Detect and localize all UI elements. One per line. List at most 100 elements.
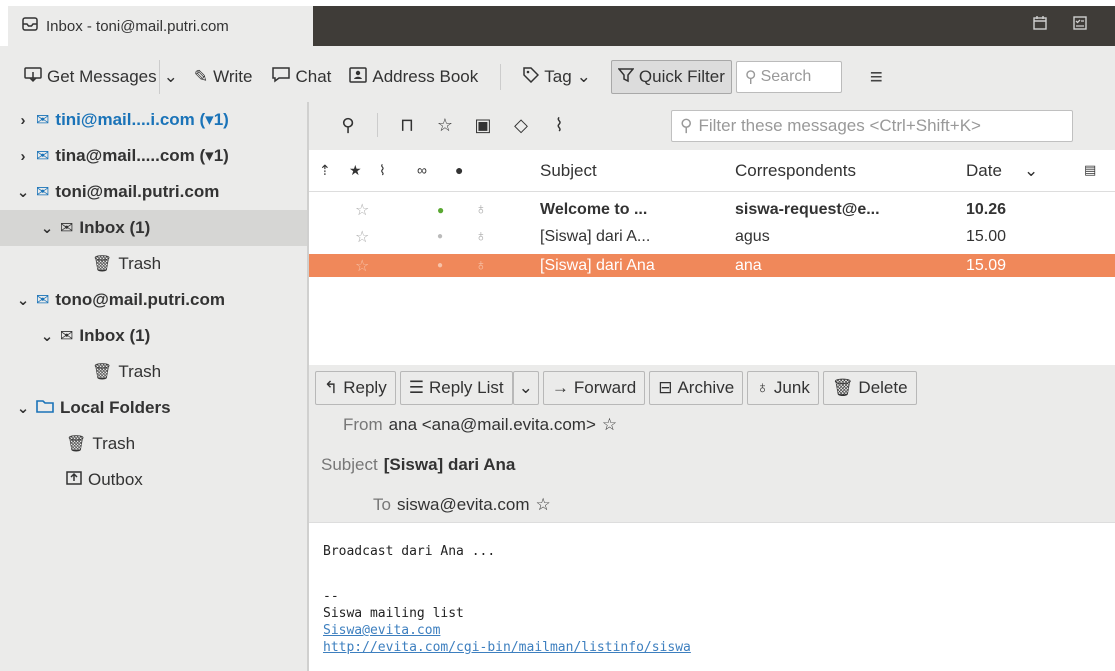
reply-list-icon: ☰	[408, 378, 424, 397]
correspondents-column-header[interactable]: Correspondents	[735, 161, 856, 181]
contact-filter-icon[interactable]: ▣	[464, 115, 502, 136]
folder-trash-toni[interactable]: 🗑 Trash	[0, 246, 307, 282]
attachment-column-icon[interactable]: ⌇	[379, 162, 386, 179]
folder-account-toni[interactable]: ⌄ ✉ toni@mail.putri.com	[0, 174, 307, 210]
star-column-icon[interactable]: ★	[349, 162, 362, 179]
attachment-filter-icon[interactable]: ⌇	[540, 115, 578, 136]
list-url-link[interactable]: http://evita.com/cgi-bin/mailman/listinf…	[323, 640, 691, 655]
message-header: From ana <ana@mail.evita.com> ☆ Subject …	[309, 408, 1115, 522]
tag-button[interactable]: Tag ⌄	[517, 60, 597, 94]
tag-filter-icon[interactable]: ◇	[502, 115, 540, 136]
thread-pane: ⇡ ★ ⌇ ∞ ● Subject Correspondents Date ⌄ …	[309, 150, 1115, 365]
body-text: Broadcast dari Ana ...	[323, 544, 496, 559]
message-row[interactable]: ☆ ● ♁ [Siswa] dari A... agus 15.00	[309, 225, 1115, 248]
trash-icon: 🗑	[831, 378, 854, 397]
search-input[interactable]: ⚲ Search	[735, 61, 842, 93]
message-correspondent: ana	[735, 256, 762, 274]
junk-flame-icon[interactable]: ♁	[475, 201, 487, 219]
calendar-icon[interactable]	[1033, 16, 1047, 33]
filter-separator	[377, 113, 378, 137]
inbox-icon: ✉	[60, 328, 74, 345]
address-book-icon	[349, 66, 368, 88]
unread-dot-icon[interactable]: ●	[437, 203, 444, 217]
junk-flame-icon[interactable]: ♁	[475, 257, 487, 275]
inbox-tab-icon	[22, 17, 38, 35]
download-icon	[24, 66, 42, 88]
message-subject: [Siswa] dari A...	[540, 227, 651, 245]
forward-button[interactable]: → Forward	[542, 371, 646, 405]
junk-flame-icon[interactable]: ♁	[475, 228, 487, 246]
folder-inbox-toni[interactable]: ⌄ ✉ Inbox (1)	[0, 210, 307, 246]
titlebar-background	[313, 6, 1115, 46]
read-status-column-icon[interactable]: ∞	[417, 162, 427, 178]
write-button[interactable]: ✎ Write	[188, 60, 259, 94]
trash-icon: 🗑	[92, 256, 113, 273]
tab-bar: Inbox - toni@mail.putri.com	[0, 0, 1115, 46]
message-row[interactable]: ☆ ● ♁ Welcome to ... siswa-request@e... …	[309, 198, 1115, 221]
junk-column-icon[interactable]: ●	[455, 162, 463, 178]
read-dot-icon[interactable]: ●	[437, 231, 443, 242]
to-address[interactable]: siswa@evita.com	[397, 495, 530, 515]
column-picker-icon[interactable]: ▤	[1084, 162, 1096, 178]
get-messages-button[interactable]: Get Messages	[18, 60, 163, 94]
chevron-down-icon: ⌄	[16, 292, 30, 309]
chevron-down-icon: ⌄	[40, 328, 54, 345]
folder-inbox-tono[interactable]: ⌄ ✉ Inbox (1)	[0, 318, 307, 354]
folder-trash-local[interactable]: 🗑 Trash	[0, 426, 307, 462]
folder-account-tini[interactable]: › ✉ tini@mail....i.com (▾1)	[0, 102, 307, 138]
starred-filter-icon[interactable]: ☆	[426, 115, 464, 136]
toolbar-separator	[500, 64, 502, 90]
subject-column-header[interactable]: Subject	[540, 161, 597, 181]
address-book-button[interactable]: Address Book	[343, 60, 484, 94]
from-address[interactable]: ana <ana@mail.evita.com>	[389, 415, 596, 435]
star-icon[interactable]: ☆	[535, 495, 550, 515]
inbox-icon: ✉	[60, 220, 74, 237]
star-icon[interactable]: ☆	[355, 227, 369, 247]
folder-account-tono[interactable]: ⌄ ✉ tono@mail.putri.com	[0, 282, 307, 318]
thread-column-icon[interactable]: ⇡	[319, 162, 331, 179]
sticky-pin-icon[interactable]: ⚲	[329, 115, 367, 136]
quick-filter-bar: ⚲ ⊓ ☆ ▣ ◇ ⌇ ⚲ Filter these messages <Ctr…	[309, 102, 1115, 148]
chevron-down-icon: ⌄	[16, 184, 30, 201]
list-email-link[interactable]: Siswa@evita.com	[323, 623, 440, 638]
signature-list-name: Siswa mailing list	[323, 606, 464, 621]
envelope-icon: ✉	[36, 148, 50, 165]
message-subject: Welcome to ...	[540, 200, 648, 218]
chat-button[interactable]: Chat	[266, 60, 337, 94]
star-icon[interactable]: ☆	[602, 415, 617, 435]
folder-account-tina[interactable]: › ✉ tina@mail.....com (▾1)	[0, 138, 307, 174]
tab-inbox[interactable]: Inbox - toni@mail.putri.com	[8, 6, 313, 46]
subject-value: [Siswa] dari Ana	[383, 455, 516, 474]
tasks-icon[interactable]	[1073, 16, 1087, 33]
delete-button[interactable]: 🗑 Delete	[822, 371, 917, 405]
star-icon[interactable]: ☆	[355, 200, 369, 220]
quick-filter-button[interactable]: Quick Filter	[610, 60, 732, 94]
menu-hamburger-icon[interactable]: ≡	[870, 64, 883, 90]
chevron-down-icon: ⌄	[16, 400, 30, 417]
junk-button[interactable]: ♁ Junk	[747, 371, 819, 405]
reply-list-button[interactable]: ☰ Reply List	[399, 371, 513, 405]
date-column-header[interactable]: Date	[966, 161, 1002, 181]
chevron-down-icon: ⌄	[518, 378, 533, 397]
trash-icon: 🗑	[66, 436, 87, 453]
message-correspondent: siswa-request@e...	[735, 200, 880, 218]
chat-bubble-icon	[272, 66, 291, 88]
thread-column-header: ⇡ ★ ⌇ ∞ ● Subject Correspondents Date ⌄ …	[309, 150, 1115, 192]
archive-button[interactable]: ⊟ Archive	[649, 371, 744, 405]
get-messages-dropdown[interactable]: ⌄	[158, 60, 182, 94]
star-icon[interactable]: ☆	[355, 256, 369, 276]
reply-button[interactable]: ↰ Reply	[315, 371, 396, 405]
folder-local-folders[interactable]: ⌄ Local Folders	[0, 390, 307, 426]
search-icon: ⚲	[744, 69, 757, 86]
chevron-down-icon: ⌄	[40, 220, 54, 237]
filter-messages-input[interactable]: ⚲ Filter these messages <Ctrl+Shift+K>	[671, 110, 1073, 142]
message-date: 15.09	[966, 256, 1007, 274]
pencil-icon: ✎	[193, 67, 209, 86]
message-row-selected[interactable]: ☆ ● ♁ [Siswa] dari Ana ana 15.09	[309, 254, 1115, 277]
reply-list-dropdown[interactable]: ⌄	[512, 371, 539, 405]
chevron-down-icon[interactable]: ⌄	[1024, 161, 1038, 181]
folder-trash-tono[interactable]: 🗑 Trash	[0, 354, 307, 390]
unread-filter-icon[interactable]: ⊓	[388, 115, 426, 136]
read-dot-icon[interactable]: ●	[437, 260, 443, 271]
folder-outbox[interactable]: Outbox	[0, 462, 307, 498]
